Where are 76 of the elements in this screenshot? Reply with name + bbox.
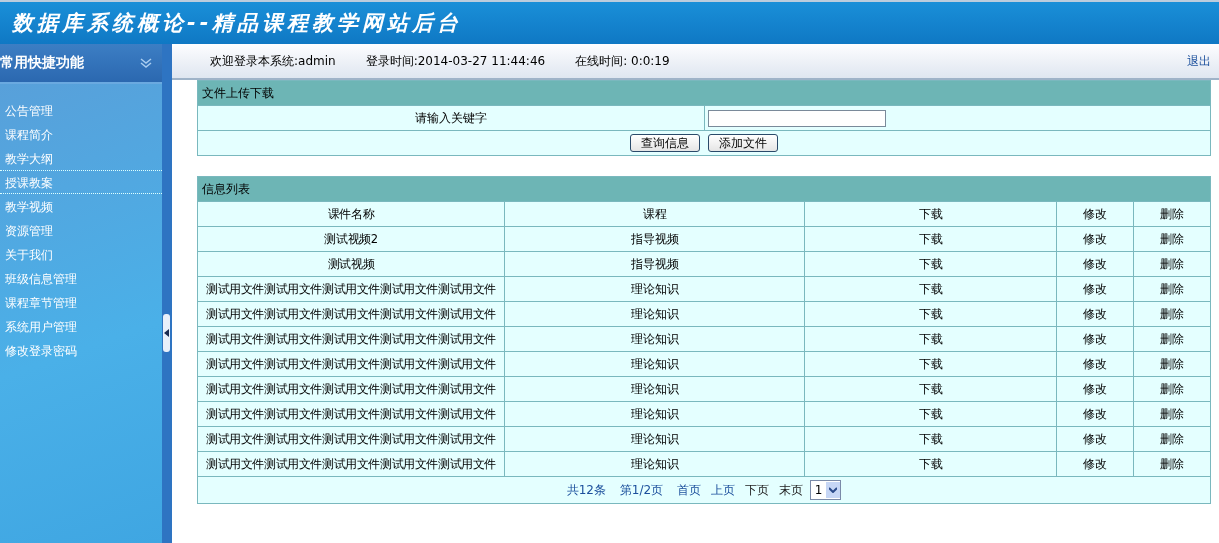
- table-cell: 理论知识: [504, 376, 805, 402]
- table-cell: 测试用文件测试用文件测试用文件测试用文件测试用文件: [197, 276, 505, 302]
- action-link[interactable]: 删除: [1133, 401, 1211, 427]
- action-link[interactable]: 删除: [1133, 301, 1211, 327]
- table-cell: 理论知识: [504, 326, 805, 352]
- action-link[interactable]: 下载: [804, 251, 1057, 277]
- form-button[interactable]: 添加文件: [708, 134, 778, 152]
- form-button[interactable]: 查询信息: [630, 134, 700, 152]
- arrow-left-icon: [164, 329, 169, 337]
- online-time: 在线时间: 0:0:19: [575, 52, 670, 70]
- table-cell: 理论知识: [504, 276, 805, 302]
- welcome-text: 欢迎登录本系统:admin: [210, 52, 336, 70]
- action-link[interactable]: 下载: [804, 276, 1057, 302]
- table-cell: 测试用文件测试用文件测试用文件测试用文件测试用文件: [197, 426, 505, 452]
- table-cell: 测试用文件测试用文件测试用文件测试用文件测试用文件: [197, 401, 505, 427]
- sidebar-title: 常用快捷功能: [0, 54, 84, 72]
- table-cell: 理论知识: [504, 451, 805, 477]
- column-header: 下载: [804, 201, 1057, 227]
- action-link[interactable]: 修改: [1056, 376, 1134, 402]
- action-link[interactable]: 删除: [1133, 226, 1211, 252]
- action-link[interactable]: 删除: [1133, 326, 1211, 352]
- table-cell: 测试用文件测试用文件测试用文件测试用文件测试用文件: [197, 326, 505, 352]
- table-cell: 测试视频: [197, 251, 505, 277]
- page-select[interactable]: 1: [809, 480, 842, 500]
- site-title: 数据库系统概论--精品课程教学网站后台: [12, 10, 463, 37]
- action-link[interactable]: 删除: [1133, 451, 1211, 477]
- action-link[interactable]: 删除: [1133, 276, 1211, 302]
- action-link[interactable]: 下载: [804, 426, 1057, 452]
- column-header: 课程: [504, 201, 805, 227]
- action-link[interactable]: 修改: [1056, 276, 1134, 302]
- field-label: 请输入关键字: [197, 105, 704, 131]
- total-count: 共12条: [566, 482, 606, 497]
- table-cell: 理论知识: [504, 301, 805, 327]
- action-link[interactable]: 修改: [1056, 251, 1134, 277]
- table-cell: 测试用文件测试用文件测试用文件测试用文件测试用文件: [197, 301, 505, 327]
- column-header: 课件名称: [197, 201, 505, 227]
- panel-title: 文件上传下载: [197, 80, 1211, 106]
- action-link[interactable]: 下载: [804, 226, 1057, 252]
- page-indicator: 第1/2页: [619, 482, 664, 497]
- table-cell: 测试用文件测试用文件测试用文件测试用文件测试用文件: [197, 451, 505, 477]
- chevron-down-icon[interactable]: [140, 58, 152, 68]
- action-link[interactable]: 修改: [1056, 351, 1134, 377]
- action-link[interactable]: 删除: [1133, 426, 1211, 452]
- table-cell: 理论知识: [504, 426, 805, 452]
- logout-link[interactable]: 退出: [1187, 52, 1211, 70]
- table-cell: 指导视频: [504, 226, 805, 252]
- login-time: 登录时间:2014-03-27 11:44:46: [365, 52, 546, 70]
- table-cell: 测试用文件测试用文件测试用文件测试用文件测试用文件: [197, 351, 505, 377]
- collapse-handle[interactable]: [163, 314, 170, 352]
- action-link[interactable]: 下载: [804, 326, 1057, 352]
- keyword-field[interactable]: [707, 109, 886, 127]
- action-link[interactable]: 下载: [804, 351, 1057, 377]
- table-cell: 指导视频: [504, 251, 805, 277]
- action-link[interactable]: 修改: [1056, 326, 1134, 352]
- action-link[interactable]: 修改: [1056, 301, 1134, 327]
- table-cell: 测试视频2: [197, 226, 505, 252]
- table-cell: 测试用文件测试用文件测试用文件测试用文件测试用文件: [197, 376, 505, 402]
- action-link[interactable]: 修改: [1056, 226, 1134, 252]
- action-link[interactable]: 修改: [1056, 451, 1134, 477]
- action-link[interactable]: 删除: [1133, 351, 1211, 377]
- action-link[interactable]: 修改: [1056, 401, 1134, 427]
- panel-title: 信息列表: [197, 176, 1211, 202]
- column-header: 删除: [1133, 201, 1211, 227]
- column-header: 修改: [1056, 201, 1134, 227]
- action-link[interactable]: 修改: [1056, 426, 1134, 452]
- action-link[interactable]: 下载: [804, 451, 1057, 477]
- table-cell: 理论知识: [504, 351, 805, 377]
- action-link[interactable]: 下载: [804, 401, 1057, 427]
- page-link[interactable]: 上页: [710, 482, 735, 497]
- action-link[interactable]: 下载: [804, 376, 1057, 402]
- action-link[interactable]: 下载: [804, 301, 1057, 327]
- caret-icon: [829, 487, 838, 493]
- page-link[interactable]: 首页: [676, 482, 701, 497]
- action-link[interactable]: 删除: [1133, 251, 1211, 277]
- action-link[interactable]: 删除: [1133, 376, 1211, 402]
- table-cell: 理论知识: [504, 401, 805, 427]
